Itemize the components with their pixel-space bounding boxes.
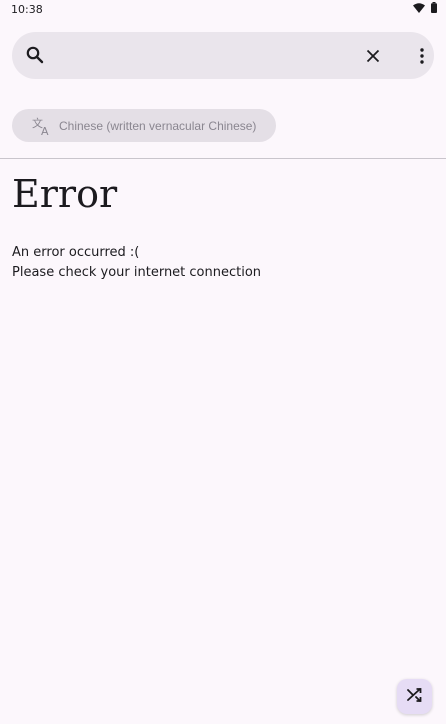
shuffle-button[interactable] [397, 679, 432, 714]
status-bar: 10:38 [0, 0, 446, 18]
divider [0, 158, 446, 159]
svg-text:A: A [41, 125, 49, 136]
error-message: An error occurred :( Please check your i… [12, 243, 261, 283]
search-input[interactable] [60, 40, 360, 71]
search-bar[interactable] [12, 32, 434, 79]
close-icon[interactable] [361, 44, 385, 68]
status-icons [413, 2, 437, 16]
search-icon[interactable] [25, 45, 45, 65]
more-vert-icon[interactable] [410, 44, 434, 68]
battery-icon [431, 2, 437, 16]
error-message-line2: Please check your internet connection [12, 265, 262, 280]
status-time: 10:38 [11, 2, 43, 16]
gesture-handle [175, 719, 271, 723]
language-label: Chinese (written vernacular Chinese) [59, 118, 257, 133]
error-message-line1: An error occurred :( [12, 245, 140, 260]
language-chip[interactable]: 文 A Chinese (written vernacular Chinese) [12, 109, 276, 142]
page-title: Error [12, 172, 118, 216]
wifi-icon [413, 2, 425, 16]
shuffle-icon [406, 687, 423, 707]
translate-icon: 文 A [32, 116, 52, 138]
